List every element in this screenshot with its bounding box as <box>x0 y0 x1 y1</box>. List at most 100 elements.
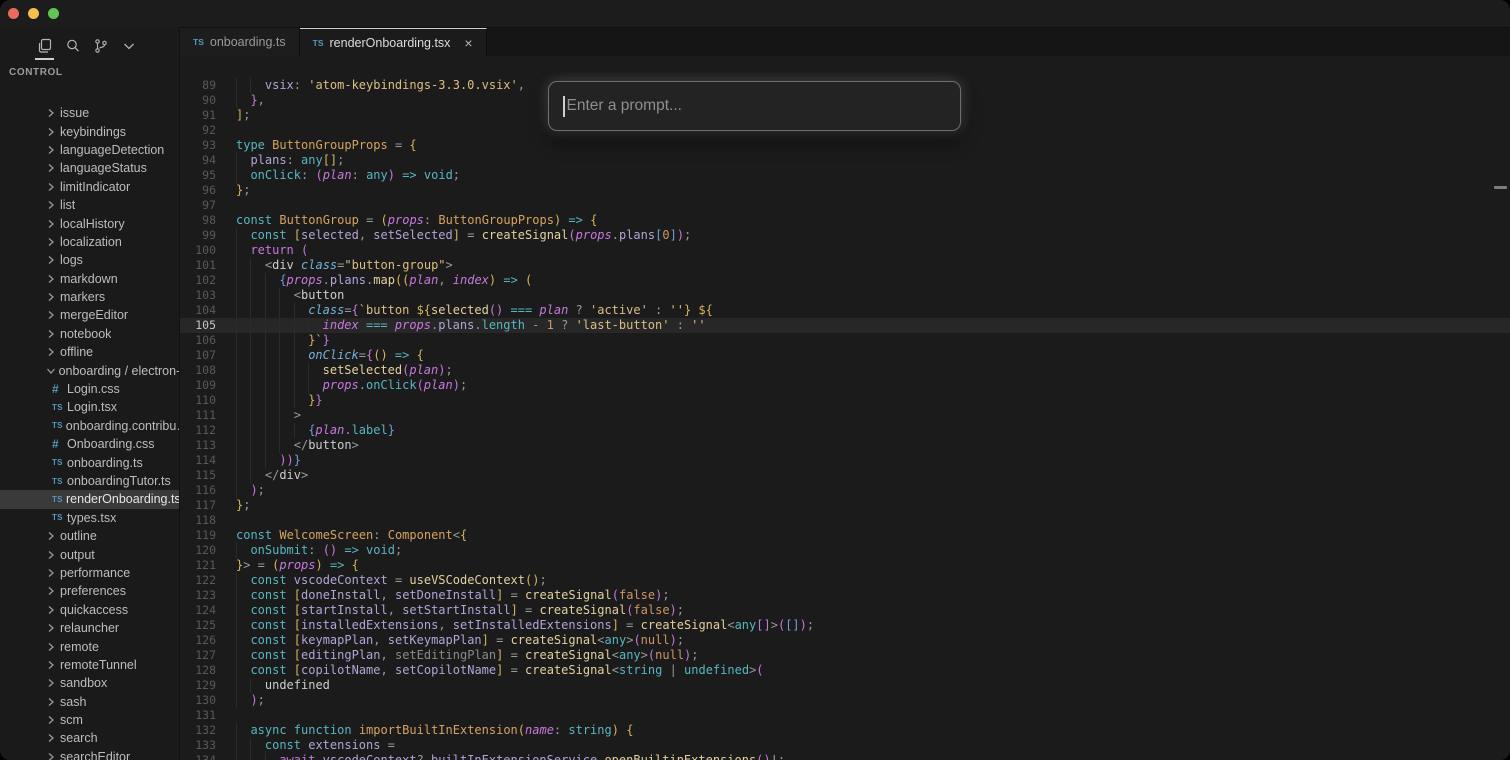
tree-item-sash[interactable]: sash <box>0 693 179 711</box>
tree-item-types.tsx[interactable]: TStypes.tsx <box>0 509 179 527</box>
tree-item-scm[interactable]: scm <box>0 711 179 729</box>
prompt-input[interactable]: Enter a prompt... <box>548 81 961 131</box>
source-control-icon[interactable] <box>92 38 109 55</box>
tree-item-localization[interactable]: localization <box>0 233 179 251</box>
tree-item-onboarding.contribu-[interactable]: TSonboarding.contribu… <box>0 417 179 435</box>
tree-item-Onboarding.css[interactable]: #Onboarding.css <box>0 435 179 453</box>
code-line-94[interactable]: 94plans: any[]; <box>180 153 1510 168</box>
code-line-103[interactable]: 103<button <box>180 288 1510 303</box>
line-number: 102 <box>180 273 236 288</box>
tree-item-remoteTunnel[interactable]: remoteTunnel <box>0 656 179 674</box>
code-line-113[interactable]: 113</button> <box>180 438 1510 453</box>
code-line-128[interactable]: 128const [copilotName, setCopilotName] =… <box>180 663 1510 678</box>
sidebar-section-label[interactable]: CONTROL <box>0 57 179 79</box>
tree-item-performance[interactable]: performance <box>0 564 179 582</box>
code-line-120[interactable]: 120onSubmit: () => void; <box>180 543 1510 558</box>
tree-item-limitIndicator[interactable]: limitIndicator <box>0 178 179 196</box>
code-line-99[interactable]: 99const [selected, setSelected] = create… <box>180 228 1510 243</box>
code-line-115[interactable]: 115</div> <box>180 468 1510 483</box>
search-icon[interactable] <box>64 38 81 55</box>
tree-item-keybindings[interactable]: keybindings <box>0 122 179 140</box>
tree-item-outline[interactable]: outline <box>0 527 179 545</box>
chevron-right-icon <box>46 660 60 670</box>
chevron-down-icon[interactable] <box>120 38 137 55</box>
line-number: 125 <box>180 618 236 633</box>
code-line-98[interactable]: 98const ButtonGroup = (props: ButtonGrou… <box>180 213 1510 228</box>
tree-item-search[interactable]: search <box>0 729 179 747</box>
code-line-110[interactable]: 110}} <box>180 393 1510 408</box>
minimize-window-button[interactable] <box>28 8 39 19</box>
code-line-125[interactable]: 125const [installedExtensions, setInstal… <box>180 618 1510 633</box>
tree-item-Login.css[interactable]: #Login.css <box>0 380 179 398</box>
code-line-114[interactable]: 114))} <box>180 453 1510 468</box>
tree-item-label: languageDetection <box>60 143 164 157</box>
files-icon[interactable] <box>36 38 53 55</box>
code-line-117[interactable]: 117}; <box>180 498 1510 513</box>
tree-item-offline[interactable]: offline <box>0 343 179 361</box>
tree-item-list[interactable]: list <box>0 196 179 214</box>
code-editor[interactable]: 89vsix: 'atom-keybindings-3.3.0.vsix',90… <box>180 56 1510 760</box>
tree-item-preferences[interactable]: preferences <box>0 582 179 600</box>
tree-item-markers[interactable]: markers <box>0 288 179 306</box>
tree-item-mergeEditor[interactable]: mergeEditor <box>0 306 179 324</box>
code-line-112[interactable]: 112{plan.label} <box>180 423 1510 438</box>
close-icon[interactable]: × <box>464 36 472 50</box>
code-line-118[interactable]: 118 <box>180 513 1510 528</box>
line-content: async function importBuiltInExtension(na… <box>236 723 633 738</box>
code-line-105[interactable]: 105index === props.plans.length - 1 ? 'l… <box>180 318 1510 333</box>
code-line-121[interactable]: 121}> = (props) => { <box>180 558 1510 573</box>
tab-onboarding.ts[interactable]: TSonboarding.ts <box>180 28 300 56</box>
tree-item-languageDetection[interactable]: languageDetection <box>0 141 179 159</box>
code-line-126[interactable]: 126const [keymapPlan, setKeymapPlan] = c… <box>180 633 1510 648</box>
code-line-131[interactable]: 131 <box>180 708 1510 723</box>
tree-item-sandbox[interactable]: sandbox <box>0 674 179 692</box>
code-line-134[interactable]: 134await vscodeContext?.builtInExtension… <box>180 753 1510 760</box>
code-line-93[interactable]: 93type ButtonGroupProps = { <box>180 138 1510 153</box>
code-line-116[interactable]: 116); <box>180 483 1510 498</box>
tree-item-output[interactable]: output <box>0 545 179 563</box>
tree-item-onboarding.ts[interactable]: TSonboarding.ts <box>0 453 179 471</box>
line-number: 115 <box>180 468 236 483</box>
code-line-107[interactable]: 107onClick={() => { <box>180 348 1510 363</box>
zoom-window-button[interactable] <box>48 8 59 19</box>
code-line-119[interactable]: 119const WelcomeScreen: Component<{ <box>180 528 1510 543</box>
line-content: ]; <box>236 108 250 123</box>
tree-item-markdown[interactable]: markdown <box>0 270 179 288</box>
code-line-106[interactable]: 106}`} <box>180 333 1510 348</box>
code-line-95[interactable]: 95onClick: (plan: any) => void; <box>180 168 1510 183</box>
tree-item-onboarding-electron-[interactable]: onboarding / electron-… <box>0 361 179 379</box>
code-line-130[interactable]: 130); <box>180 693 1510 708</box>
tree-item-logs[interactable]: logs <box>0 251 179 269</box>
line-number: 117 <box>180 498 236 513</box>
code-line-109[interactable]: 109props.onClick(plan); <box>180 378 1510 393</box>
code-line-129[interactable]: 129undefined <box>180 678 1510 693</box>
code-line-133[interactable]: 133const extensions = <box>180 738 1510 753</box>
tab-renderOnboarding.tsx[interactable]: TSrenderOnboarding.tsx× <box>300 28 487 56</box>
tree-item-remote[interactable]: remote <box>0 637 179 655</box>
code-line-96[interactable]: 96}; <box>180 183 1510 198</box>
code-line-108[interactable]: 108setSelected(plan); <box>180 363 1510 378</box>
tree-item-label: localHistory <box>60 217 125 231</box>
code-line-101[interactable]: 101<div class="button-group"> <box>180 258 1510 273</box>
code-line-124[interactable]: 124const [startInstall, setStartInstall]… <box>180 603 1510 618</box>
tree-item-issue[interactable]: issue <box>0 104 179 122</box>
code-line-104[interactable]: 104class={`button ${selected() === plan … <box>180 303 1510 318</box>
tree-item-localHistory[interactable]: localHistory <box>0 214 179 232</box>
tree-item-renderOnboarding.tsx[interactable]: TSrenderOnboarding.tsx <box>0 490 179 508</box>
tree-item-quickaccess[interactable]: quickaccess <box>0 601 179 619</box>
code-line-100[interactable]: 100return ( <box>180 243 1510 258</box>
tree-item-Login.tsx[interactable]: TSLogin.tsx <box>0 398 179 416</box>
code-line-111[interactable]: 111> <box>180 408 1510 423</box>
tree-item-searchEditor[interactable]: searchEditor <box>0 748 179 760</box>
code-line-123[interactable]: 123const [doneInstall, setDoneInstall] =… <box>180 588 1510 603</box>
code-line-127[interactable]: 127const [editingPlan, setEditingPlan] =… <box>180 648 1510 663</box>
tree-item-onboardingTutor.ts[interactable]: TSonboardingTutor.ts <box>0 472 179 490</box>
code-line-122[interactable]: 122const vscodeContext = useVSCodeContex… <box>180 573 1510 588</box>
code-line-97[interactable]: 97 <box>180 198 1510 213</box>
tree-item-languageStatus[interactable]: languageStatus <box>0 159 179 177</box>
tree-item-notebook[interactable]: notebook <box>0 325 179 343</box>
close-window-button[interactable] <box>8 8 19 19</box>
tree-item-relauncher[interactable]: relauncher <box>0 619 179 637</box>
code-line-132[interactable]: 132async function importBuiltInExtension… <box>180 723 1510 738</box>
code-line-102[interactable]: 102{props.plans.map((plan, index) => ( <box>180 273 1510 288</box>
